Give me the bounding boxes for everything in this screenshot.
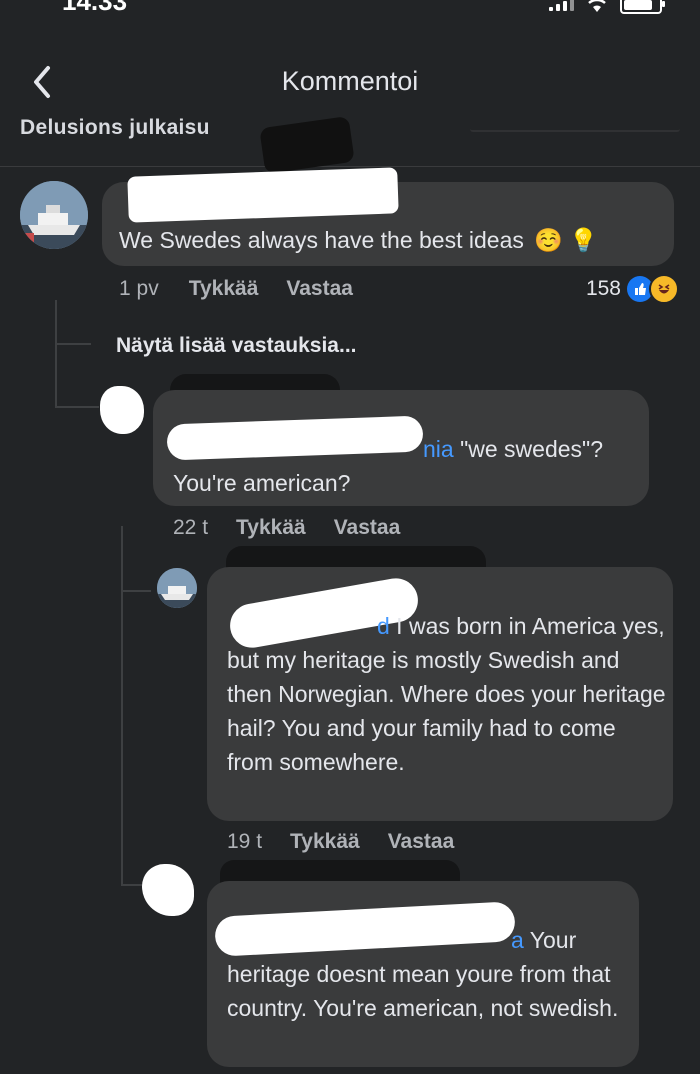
reaction-count[interactable]: 158 (586, 277, 621, 301)
avatar[interactable] (100, 386, 144, 434)
comment-meta: 22 t Tykkää Vastaa (173, 516, 400, 540)
avatar[interactable] (157, 568, 197, 608)
comment-text: We Swedes always have the best ideas (119, 227, 524, 253)
reply-button[interactable]: Vastaa (334, 516, 401, 540)
comment-meta: 19 t Tykkää Vastaa (227, 830, 454, 854)
reply-button[interactable]: Vastaa (286, 277, 353, 301)
header-divider (0, 166, 700, 167)
timestamp: 1 pv (119, 277, 159, 300)
battery-icon (620, 0, 665, 14)
divider (470, 124, 680, 132)
ship-avatar-icon (20, 181, 88, 249)
haha-reaction-icon (649, 274, 679, 304)
status-time: 14.33 (62, 0, 128, 16)
comment-bubble[interactable]: a Your heritage doesnt mean youre from t… (207, 881, 639, 1067)
like-button[interactable]: Tykkää (236, 516, 306, 540)
post-title: Delusions julkaisu (20, 116, 210, 139)
more-replies-link[interactable]: Näytä lisää vastauksia... (116, 334, 357, 358)
comment-bubble[interactable]: We Swedes always have the best ideas ☺️ … (102, 167, 674, 266)
timestamp: 19 t (227, 830, 263, 853)
comment-bubble[interactable]: nia "we swedes"? You're american? (153, 390, 649, 506)
thread-line (55, 406, 99, 408)
comment-text: I was born in America yes, but my herita… (227, 613, 666, 775)
mention[interactable]: d (377, 613, 390, 639)
comment-bubble[interactable]: d I was born in America yes, but my heri… (207, 567, 673, 821)
comment-text: "we swedes"? You're american? (173, 436, 603, 496)
timestamp: 22 t (173, 516, 209, 539)
thread-line (55, 343, 91, 345)
avatar[interactable] (20, 181, 88, 249)
mention[interactable]: nia (423, 436, 454, 462)
mention[interactable]: a (511, 927, 524, 953)
ship-avatar-icon (157, 568, 197, 608)
signal-icon (549, 0, 574, 11)
comment-text: Your heritage doesnt mean youre from tha… (227, 927, 619, 1021)
status-icons (549, 0, 665, 14)
wifi-icon (588, 0, 606, 12)
page-title: Kommentoi (281, 66, 419, 96)
like-button[interactable]: Tykkää (290, 830, 360, 854)
reply-button[interactable]: Vastaa (388, 830, 455, 854)
thread-line (121, 590, 151, 592)
avatar[interactable] (142, 864, 194, 916)
thread-line (121, 526, 123, 886)
like-button[interactable]: Tykkää (189, 277, 259, 301)
thread-line (55, 300, 57, 408)
redacted-name (127, 167, 399, 223)
emoji: ☺️ 💡 (534, 227, 598, 253)
comment-meta: 1 pv Tykkää Vastaa 158 (119, 274, 679, 304)
